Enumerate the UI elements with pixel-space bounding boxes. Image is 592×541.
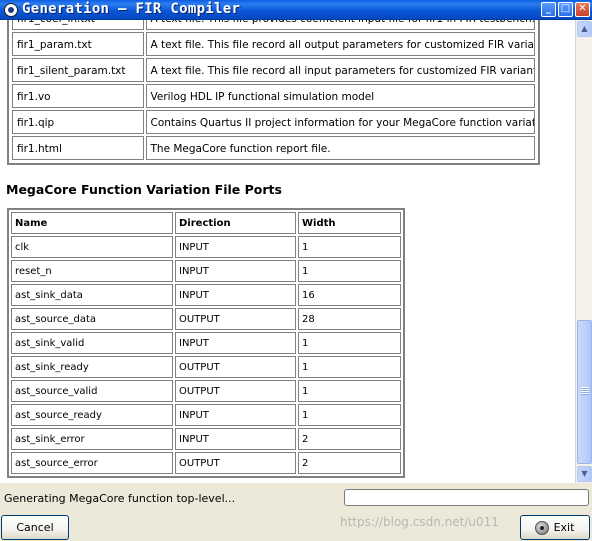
close-button[interactable]: ✕	[575, 2, 590, 17]
vertical-scrollbar[interactable]: ▲ ▼	[575, 20, 592, 483]
port-direction-cell: INPUT	[175, 284, 296, 306]
window-title: Generation — FIR Compiler	[22, 1, 241, 17]
column-header-width: Width	[298, 212, 401, 234]
exit-button-label: Exit	[553, 521, 575, 534]
port-width-cell: 1	[298, 404, 401, 426]
table-row: ast_sink_ready OUTPUT 1	[10, 355, 402, 379]
port-width-cell: 2	[298, 452, 401, 474]
port-direction-cell: INPUT	[175, 236, 296, 258]
column-header-direction: Direction	[175, 212, 296, 234]
report-content: fir1_coef_in.txt A text file. This file …	[0, 20, 575, 483]
port-name-cell: reset_n	[11, 260, 173, 282]
exit-button[interactable]: Exit	[520, 515, 590, 540]
table-row: fir1.vo Verilog HDL IP functional simula…	[11, 83, 536, 109]
port-direction-cell: OUTPUT	[175, 452, 296, 474]
table-row: fir1_silent_param.txt A text file. This …	[11, 57, 536, 83]
port-name-cell: clk	[11, 236, 173, 258]
file-description-cell: Contains Quartus II project information …	[145, 110, 535, 134]
table-row: ast_sink_valid INPUT 1	[10, 331, 402, 355]
port-direction-cell: OUTPUT	[175, 356, 296, 378]
file-name-cell: fir1_param.txt	[12, 32, 144, 56]
table-row: fir1.qip Contains Quartus II project inf…	[11, 109, 536, 135]
generated-files-table: fir1_coef_in.txt A text file. This file …	[7, 20, 540, 165]
scroll-up-arrow-icon[interactable]: ▲	[577, 21, 592, 37]
port-direction-cell: INPUT	[175, 428, 296, 450]
table-row: ast_sink_data INPUT 16	[10, 283, 402, 307]
port-name-cell: ast_source_data	[11, 308, 173, 330]
exit-icon	[535, 521, 549, 535]
table-row: ast_source_error OUTPUT 2	[10, 451, 402, 475]
port-direction-cell: OUTPUT	[175, 380, 296, 402]
port-name-cell: ast_source_valid	[11, 380, 173, 402]
table-header-row: Name Direction Width	[10, 211, 402, 235]
port-width-cell: 28	[298, 308, 401, 330]
port-width-cell: 1	[298, 332, 401, 354]
port-name-cell: ast_sink_ready	[11, 356, 173, 378]
file-description-cell: The MegaCore function report file.	[145, 136, 535, 160]
port-direction-cell: INPUT	[175, 404, 296, 426]
table-row: clk INPUT 1	[10, 235, 402, 259]
port-direction-cell: INPUT	[175, 332, 296, 354]
table-row: fir1_coef_in.txt A text file. This file …	[11, 20, 536, 31]
file-name-cell: fir1_silent_param.txt	[12, 58, 144, 82]
port-width-cell: 16	[298, 284, 401, 306]
port-width-cell: 1	[298, 356, 401, 378]
status-text: Generating MegaCore function top-level..…	[4, 492, 236, 505]
port-width-cell: 1	[298, 260, 401, 282]
port-name-cell: ast_sink_data	[11, 284, 173, 306]
app-icon	[4, 3, 18, 17]
file-name-cell: fir1_coef_in.txt	[12, 20, 144, 30]
table-row: reset_n INPUT 1	[10, 259, 402, 283]
scroll-down-arrow-icon[interactable]: ▼	[577, 466, 592, 482]
table-row: ast_sink_error INPUT 2	[10, 427, 402, 451]
generation-window: Generation — FIR Compiler _ □ ✕ fir1_coe…	[0, 0, 592, 541]
file-description-cell: A text file. This file provides coeffici…	[145, 20, 535, 30]
status-bar: Generating MegaCore function top-level..…	[0, 484, 592, 512]
minimize-button[interactable]: _	[541, 2, 556, 17]
title-bar[interactable]: Generation — FIR Compiler _ □ ✕	[0, 0, 592, 20]
file-name-cell: fir1.html	[12, 136, 144, 160]
file-name-cell: fir1.qip	[12, 110, 144, 134]
cancel-button[interactable]: Cancel	[1, 515, 69, 540]
table-row: ast_source_ready INPUT 1	[10, 403, 402, 427]
port-direction-cell: OUTPUT	[175, 308, 296, 330]
grip-icon	[581, 387, 589, 395]
port-width-cell: 1	[298, 236, 401, 258]
port-name-cell: ast_sink_valid	[11, 332, 173, 354]
progress-bar	[344, 489, 589, 506]
port-name-cell: ast_source_error	[11, 452, 173, 474]
column-header-name: Name	[11, 212, 173, 234]
file-name-cell: fir1.vo	[12, 84, 144, 108]
table-row: fir1.html The MegaCore function report f…	[11, 135, 536, 161]
maximize-button[interactable]: □	[558, 2, 573, 17]
file-description-cell: A text file. This file record all output…	[145, 32, 535, 56]
scroll-thumb[interactable]	[577, 320, 592, 464]
ports-section-heading: MegaCore Function Variation File Ports	[6, 182, 282, 197]
table-row: ast_source_valid OUTPUT 1	[10, 379, 402, 403]
ports-table: Name Direction Width clk INPUT 1 reset_n…	[7, 208, 405, 478]
port-name-cell: ast_source_ready	[11, 404, 173, 426]
table-row: fir1_param.txt A text file. This file re…	[11, 31, 536, 57]
watermark-text: https://blog.csdn.net/u011	[340, 515, 499, 529]
port-width-cell: 1	[298, 380, 401, 402]
port-name-cell: ast_sink_error	[11, 428, 173, 450]
file-description-cell: Verilog HDL IP functional simulation mod…	[145, 84, 535, 108]
port-direction-cell: INPUT	[175, 260, 296, 282]
file-description-cell: A text file. This file record all input …	[145, 58, 535, 82]
port-width-cell: 2	[298, 428, 401, 450]
table-row: ast_source_data OUTPUT 28	[10, 307, 402, 331]
